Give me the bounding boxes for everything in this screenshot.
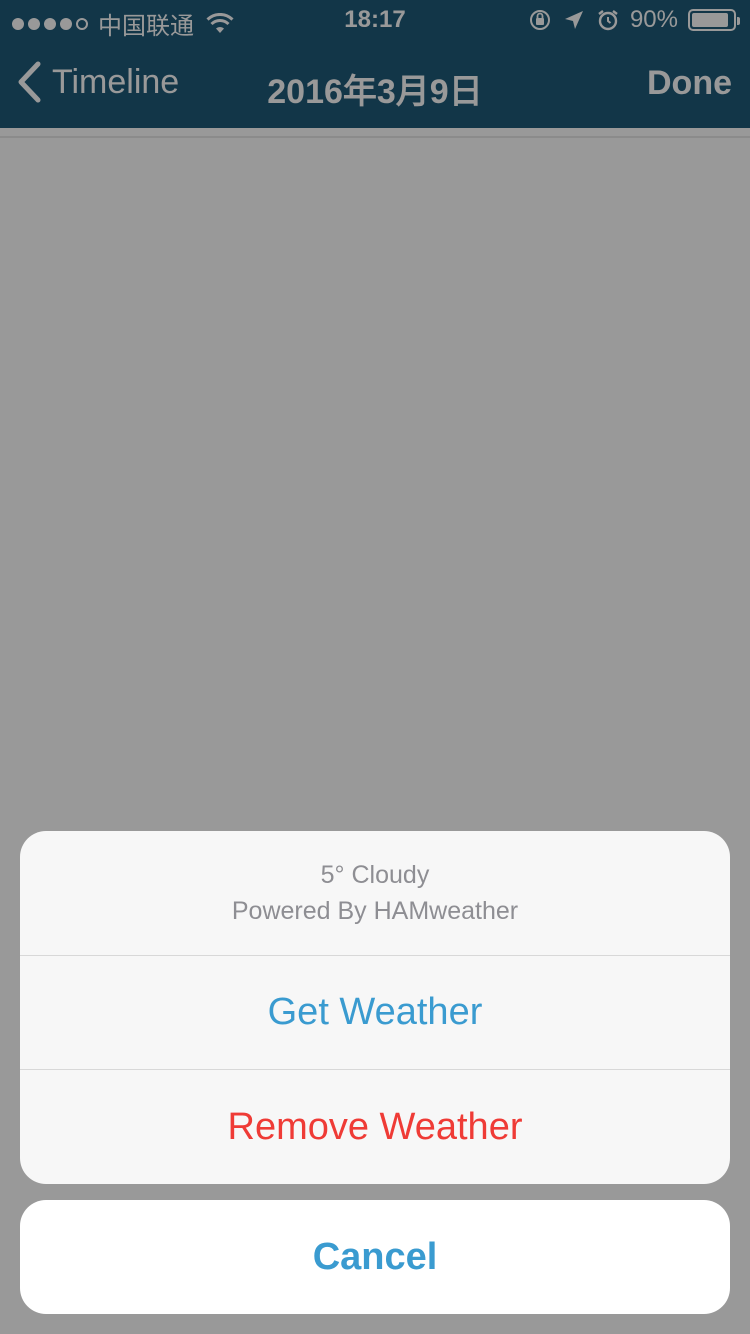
- weather-summary: 5° Cloudy: [320, 861, 430, 889]
- remove-weather-button[interactable]: Remove Weather: [20, 1070, 730, 1184]
- action-sheet-header: 5° Cloudy Powered By HAMweather: [20, 831, 730, 956]
- get-weather-button[interactable]: Get Weather: [20, 956, 730, 1070]
- action-sheet: 5° Cloudy Powered By HAMweather Get Weat…: [20, 831, 730, 1184]
- cancel-button[interactable]: Cancel: [20, 1200, 730, 1314]
- weather-attribution: Powered By HAMweather: [231, 897, 519, 925]
